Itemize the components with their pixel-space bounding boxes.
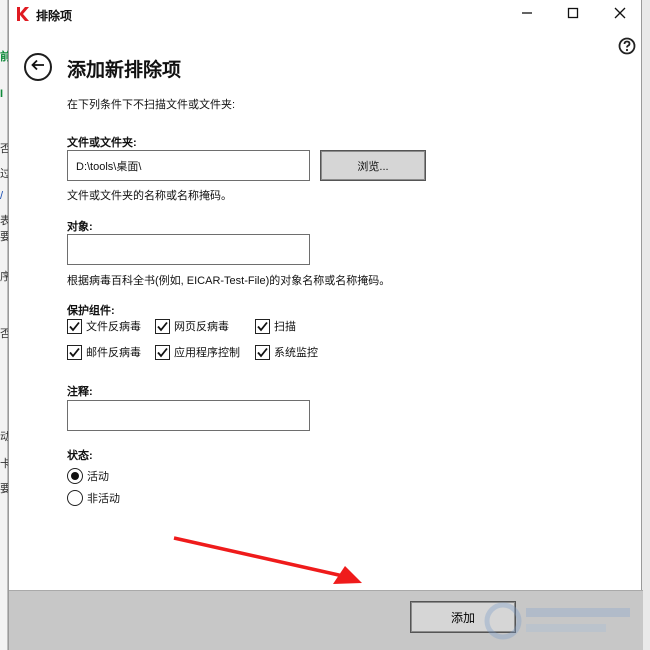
checkbox-web-antivirus[interactable]: 网页反病毒 — [155, 318, 229, 334]
protection-components-label: 保护组件: — [67, 305, 115, 317]
object-input[interactable] — [67, 234, 310, 265]
back-button[interactable] — [24, 53, 52, 81]
checkbox-label: 应用程序控制 — [174, 347, 240, 359]
maximize-icon — [567, 6, 579, 24]
intro-text: 在下列条件下不扫描文件或文件夹: — [67, 99, 236, 111]
file-folder-label: 文件或文件夹: — [67, 137, 137, 149]
background-fragment: 否 — [0, 328, 8, 340]
object-label: 对象: — [67, 221, 93, 233]
background-fragment: / — [0, 190, 4, 202]
checkbox-file-antivirus[interactable]: 文件反病毒 — [67, 318, 141, 334]
background-fragment: 序 — [0, 271, 8, 283]
checkbox-box[interactable] — [67, 318, 82, 334]
watermark-logo-icon — [484, 602, 630, 640]
object-hint: 根据病毒百科全书(例如, EICAR-Test-File)的对象名称或名称掩码。 — [67, 275, 391, 287]
titlebar[interactable]: 排除项 — [9, 0, 643, 30]
background-fragment: 过 — [0, 168, 8, 180]
kaspersky-logo-icon — [15, 6, 31, 22]
radio-label: 非活动 — [87, 493, 120, 505]
background-fragment: I — [0, 88, 4, 100]
checkbox-label: 网页反病毒 — [174, 321, 229, 333]
file-folder-input[interactable] — [67, 150, 310, 181]
checkbox-box[interactable] — [255, 344, 270, 360]
comment-label: 注释: — [67, 386, 93, 398]
checkbox-box[interactable] — [255, 318, 270, 334]
arrow-left-icon — [31, 58, 45, 76]
comment-input[interactable] — [67, 400, 310, 431]
checkbox-box[interactable] — [155, 344, 170, 360]
exclusions-window: 排除项 添加新排除项 在下列条件下不扫描文件或文件夹: 文件或文件夹: D:\t… — [8, 0, 643, 650]
minimize-button[interactable] — [504, 0, 550, 30]
close-button[interactable] — [597, 0, 643, 30]
page-title: 添加新排除项 — [67, 60, 182, 81]
maximize-button[interactable] — [550, 0, 596, 30]
radio-inactive[interactable]: 非活动 — [67, 490, 120, 506]
checkbox-box[interactable] — [67, 344, 82, 360]
minimize-icon — [521, 6, 533, 24]
checkbox-box[interactable] — [155, 318, 170, 334]
background-fragment: 卡 — [0, 458, 8, 470]
status-label: 状态: — [67, 450, 93, 462]
checkbox-label: 邮件反病毒 — [86, 347, 141, 359]
checkbox-scan[interactable]: 扫描 — [255, 318, 296, 334]
window-title: 排除项 — [36, 9, 73, 23]
background-right-edge — [642, 0, 650, 650]
background-fragment: 要 — [0, 231, 8, 243]
radio-label: 活动 — [87, 471, 109, 483]
checkbox-application-control[interactable]: 应用程序控制 — [155, 344, 240, 360]
checkbox-mail-antivirus[interactable]: 邮件反病毒 — [67, 344, 141, 360]
file-folder-hint: 文件或文件夹的名称或名称掩码。 — [67, 190, 232, 202]
background-fragment: 动 — [0, 431, 8, 443]
help-icon[interactable] — [618, 37, 636, 55]
browse-button[interactable]: 浏览... — [320, 150, 426, 181]
background-fragment: 否 — [0, 143, 8, 155]
checkbox-label: 扫描 — [274, 321, 296, 333]
background-fragment: 表 — [0, 215, 8, 227]
close-icon — [614, 6, 626, 24]
checkbox-label: 文件反病毒 — [86, 321, 141, 333]
background-fragment: 要 — [0, 483, 8, 495]
radio-button[interactable] — [67, 468, 83, 484]
radio-button[interactable] — [67, 490, 83, 506]
background-fragment: 前 — [0, 51, 8, 63]
radio-active[interactable]: 活动 — [67, 468, 109, 484]
checkbox-system-watcher[interactable]: 系统监控 — [255, 344, 318, 360]
checkbox-label: 系统监控 — [274, 347, 318, 359]
